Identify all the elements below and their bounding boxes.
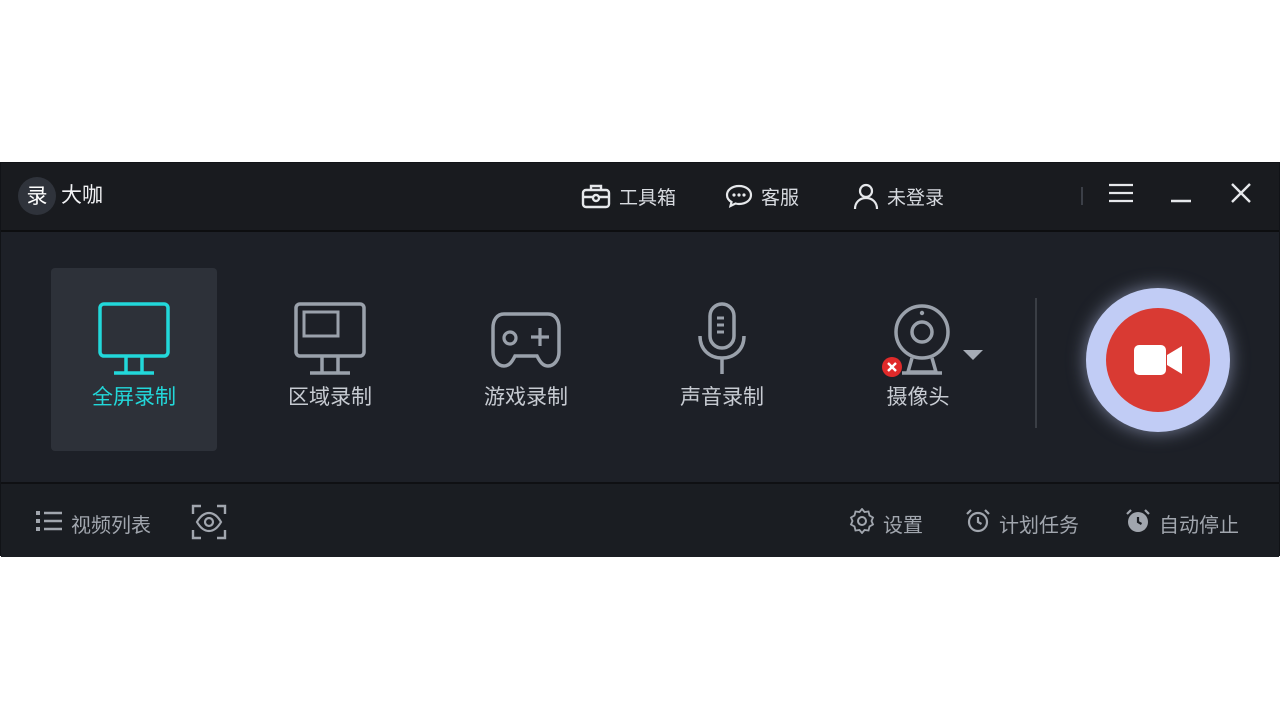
mode-region-record[interactable]: 区域录制 (247, 268, 413, 451)
scheduled-task-label: 计划任务 (999, 512, 1079, 537)
auto-stop-button[interactable]: 自动停止 (1125, 506, 1239, 540)
webcam-dropdown-arrow-icon[interactable] (963, 350, 983, 360)
menu-button[interactable] (1105, 179, 1137, 211)
eye-scan-icon (191, 504, 227, 540)
login-label: 未登录 (887, 186, 945, 209)
video-list-label: 视频列表 (71, 512, 151, 537)
app-name: 大咖 (61, 183, 103, 207)
auto-stop-label: 自动停止 (1159, 512, 1239, 537)
mode-region-label: 区域录制 (288, 385, 372, 409)
mode-fullscreen-record[interactable]: 全屏录制 (51, 268, 217, 451)
video-camera-icon (1134, 345, 1182, 375)
preview-button[interactable] (191, 504, 227, 540)
settings-button[interactable]: 设置 (849, 506, 923, 540)
microphone-icon (698, 302, 746, 374)
scheduled-task-button[interactable]: 计划任务 (965, 506, 1079, 540)
error-status-icon (882, 357, 902, 377)
customer-service-label: 客服 (761, 186, 800, 209)
start-record-button[interactable] (1086, 288, 1230, 432)
stop-clock-icon (1125, 508, 1151, 539)
vertical-divider (1035, 298, 1037, 428)
hamburger-menu-icon (1108, 182, 1134, 208)
app-logo: 录 (18, 177, 56, 215)
close-icon (1230, 182, 1252, 208)
window-controls-separator (1081, 187, 1083, 205)
settings-label: 设置 (883, 512, 923, 537)
mode-game-record[interactable]: 游戏录制 (443, 268, 609, 451)
gamepad-icon (491, 312, 561, 368)
toolbox-icon (581, 183, 611, 209)
toolbox-label: 工具箱 (619, 186, 677, 209)
user-icon (853, 182, 879, 210)
record-button-core (1106, 308, 1210, 412)
region-monitor-icon (294, 302, 366, 375)
toolbox-button[interactable]: 工具箱 (581, 181, 676, 211)
mode-fullscreen-label: 全屏录制 (92, 385, 176, 409)
customer-service-button[interactable]: 客服 (725, 181, 799, 211)
recording-modes-panel: 全屏录制 区域录制 游戏录制 声音录制 摄像头 (1, 232, 1279, 482)
mode-webcam-label: 摄像头 (886, 385, 950, 409)
title-bar: 录 大咖 工具箱 客服 未登录 (1, 163, 1279, 232)
list-icon (35, 509, 63, 538)
mode-audio-record[interactable]: 声音录制 (639, 268, 805, 451)
monitor-icon (98, 302, 170, 375)
mode-audio-label: 声音录制 (680, 385, 764, 409)
mode-game-label: 游戏录制 (484, 385, 568, 409)
login-button[interactable]: 未登录 (853, 181, 944, 211)
gear-icon (849, 507, 875, 539)
app-window: 录 大咖 工具箱 客服 未登录 全屏录制 区域录制 游戏录制 声音录制 摄像头 … (0, 162, 1280, 557)
alarm-clock-icon (965, 508, 991, 539)
video-list-button[interactable]: 视频列表 (35, 506, 151, 540)
chat-bubble-icon (725, 183, 753, 209)
bottom-bar: 视频列表 设置 计划任务 自动停止 (1, 482, 1279, 557)
close-button[interactable] (1225, 179, 1257, 211)
minimize-icon (1170, 182, 1192, 208)
minimize-button[interactable] (1165, 179, 1197, 211)
